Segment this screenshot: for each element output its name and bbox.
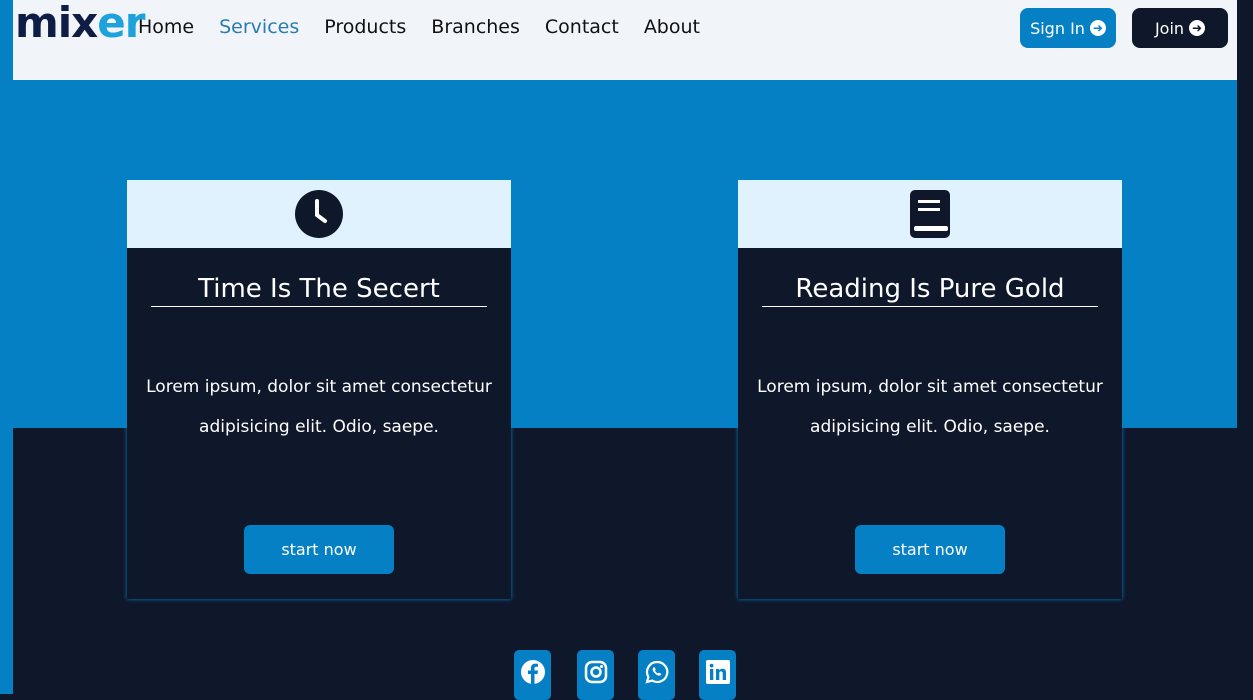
sign-in-button[interactable]: Sign In ➜ [1020,8,1116,48]
linkedin-button[interactable] [699,650,736,700]
arrow-right-circle-icon: ➜ [1189,20,1206,36]
page-edge [0,0,13,694]
clock-icon [295,190,343,238]
arrow-right-circle-icon: ➜ [1089,20,1106,36]
service-card: Time Is The Secert Lorem ipsum, dolor si… [127,180,511,599]
service-card: Reading Is Pure Gold Lorem ipsum, dolor … [738,180,1122,599]
linkedin-icon [705,660,730,684]
card-header [127,180,511,248]
card-header [738,180,1122,248]
start-now-button[interactable]: start now [244,525,394,574]
facebook-icon [520,660,545,684]
nav-about[interactable]: About [644,16,700,38]
join-button[interactable]: Join ➜ [1132,8,1228,48]
card-title: Reading Is Pure Gold [762,274,1098,307]
nav-home[interactable]: Home [138,16,194,38]
join-label: Join [1154,18,1185,38]
scrollbar-track[interactable] [1237,0,1253,694]
navbar: mixer Home Services Products Branches Co… [13,0,1237,80]
whatsapp-button[interactable] [638,650,675,700]
nav-links: Home Services Products Branches Contact … [138,16,700,38]
logo-part: mi [15,0,72,47]
nav-services[interactable]: Services [219,16,299,38]
logo-part: x [71,0,98,47]
facebook-button[interactable] [514,650,551,700]
card-text: Lorem ipsum, dolor sit amet consectetur … [757,377,1103,437]
card-title: Time Is The Secert [151,274,487,307]
instagram-button[interactable] [577,650,614,700]
book-icon [910,190,950,238]
instagram-icon [584,660,607,684]
logo[interactable]: mixer [15,0,145,47]
card-text: Lorem ipsum, dolor sit amet consectetur … [146,377,492,437]
nav-branches[interactable]: Branches [431,16,520,38]
nav-contact[interactable]: Contact [545,16,619,38]
start-now-button[interactable]: start now [855,525,1005,574]
sign-in-label: Sign In [1030,18,1085,38]
nav-products[interactable]: Products [324,16,406,38]
whatsapp-icon [644,660,668,684]
